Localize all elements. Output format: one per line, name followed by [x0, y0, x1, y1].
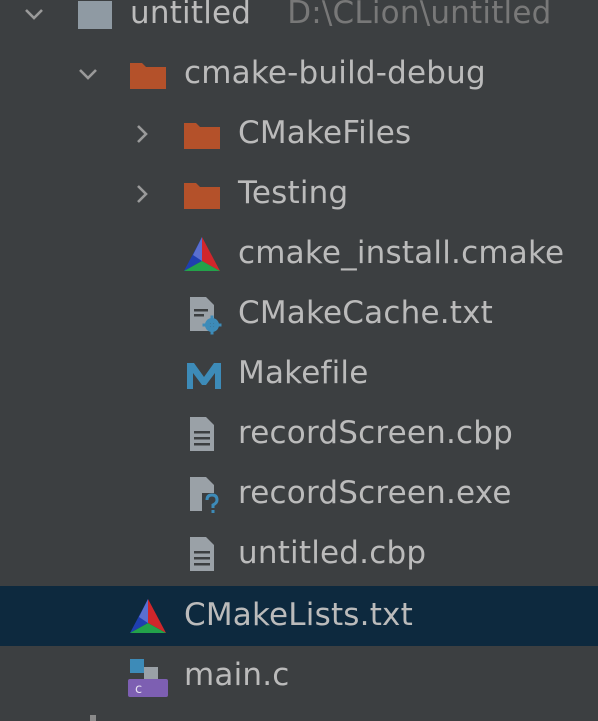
cmake-icon	[130, 599, 166, 633]
tree-item-label: Testing	[238, 175, 349, 211]
tree-item-label: recordScreen.exe	[238, 475, 512, 511]
tree-item-cmake-install[interactable]: cmake_install.cmake	[0, 224, 598, 284]
tree-item-cmakelists[interactable]: CMakeLists.txt	[0, 586, 598, 646]
unknown-file-icon	[190, 477, 222, 515]
tree-item-testing[interactable]: Testing	[0, 164, 598, 224]
tree-item-label: cmake-build-debug	[184, 55, 486, 91]
makefile-icon	[187, 363, 221, 389]
tree-item-cmakefiles[interactable]: CMakeFiles	[0, 104, 598, 164]
tree-item-project-root[interactable]: untitled D:\CLion\untitled	[0, 0, 598, 44]
cmake-icon	[184, 237, 220, 271]
text-file-icon	[190, 537, 214, 571]
folder-icon	[130, 63, 166, 89]
chevron-down-icon[interactable]	[76, 62, 100, 86]
tree-item-cmake-build-debug[interactable]: cmake-build-debug	[0, 44, 598, 104]
project-tree: untitled D:\CLion\untitled cmake-build-de…	[0, 0, 598, 721]
tree-item-label: cmake_install.cmake	[238, 235, 565, 271]
chevron-right-icon[interactable]	[130, 182, 154, 206]
tree-item-label: CMakeFiles	[238, 115, 412, 151]
cmake-cache-icon	[190, 297, 222, 335]
c-file-icon: c	[128, 659, 168, 697]
tree-item-makefile[interactable]: Makefile	[0, 344, 598, 404]
chevron-down-icon[interactable]	[22, 2, 46, 26]
tree-item-main-c[interactable]: c main.c	[0, 646, 598, 706]
tree-item-label: CMakeCache.txt	[238, 295, 494, 331]
text-file-icon	[190, 417, 214, 451]
tree-item-label: Makefile	[238, 355, 369, 391]
tree-item-label: main.c	[184, 657, 290, 693]
chevron-right-icon[interactable]	[130, 122, 154, 146]
tree-item-recordscreen-exe[interactable]: recordScreen.exe	[0, 464, 598, 524]
folder-icon	[184, 123, 220, 149]
tree-item-untitled-cbp[interactable]: untitled.cbp	[0, 524, 598, 584]
module-folder-icon	[78, 1, 112, 29]
folder-icon	[184, 183, 220, 209]
tree-item-label: untitled.cbp	[238, 535, 427, 571]
project-root-path: D:\CLion\untitled	[287, 0, 552, 31]
tree-item-cmakecache[interactable]: CMakeCache.txt	[0, 284, 598, 344]
tree-item-label: recordScreen.cbp	[238, 415, 514, 451]
tree-item-label: CMakeLists.txt	[184, 597, 413, 633]
tree-item-recordscreen-cbp[interactable]: recordScreen.cbp	[0, 404, 598, 464]
project-root-label: untitled	[130, 0, 252, 31]
next-row-chevron-fragment	[90, 715, 96, 721]
svg-text:c: c	[135, 682, 142, 697]
